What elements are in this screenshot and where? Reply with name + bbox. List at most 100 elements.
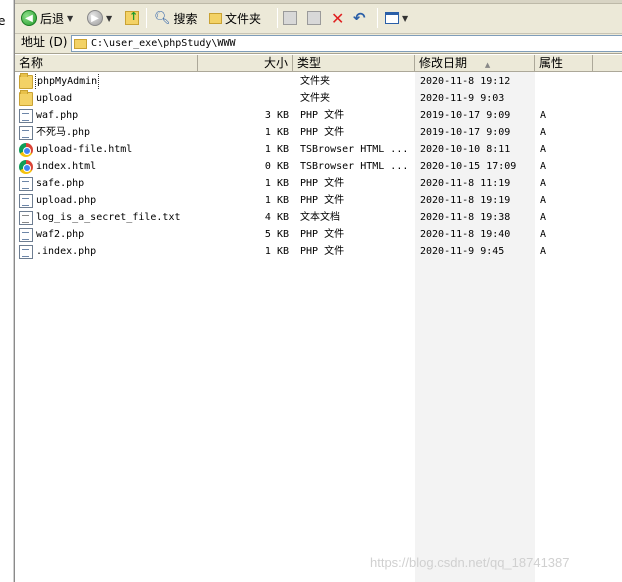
copy-to-icon [307, 11, 321, 25]
undo-button[interactable]: ↶ [353, 7, 366, 29]
file-type: TSBrowser HTML ... [300, 144, 409, 155]
file-size: 1 KB [264, 195, 289, 206]
file-name-cell[interactable]: safe.php [19, 175, 199, 192]
file-type: PHP 文件 [300, 229, 345, 240]
file-modified: 2020-10-10 8:11 [420, 144, 511, 155]
file-row[interactable]: .index.php 1 KB PHP 文件 2020-11-9 9:45 A [15, 243, 622, 260]
file-row[interactable]: log_is_a_secret_file.txt 4 KB 文本文档 2020-11-… [15, 209, 622, 226]
back-button[interactable]: ◀ 后退 ▼ [21, 7, 73, 29]
file-name[interactable]: phpMyAdmin [34, 73, 100, 90]
address-path[interactable]: C:\user_exe\phpStudy\WWW [91, 38, 236, 49]
file-attributes: A [540, 212, 547, 223]
file-name[interactable]: index.html [36, 158, 96, 175]
delete-button[interactable]: ✕ [331, 7, 344, 29]
file-row[interactable]: upload 文件夹 2020-11-9 9:03 [15, 90, 622, 107]
file-name[interactable]: waf2.php [36, 226, 84, 243]
address-folder-icon [74, 38, 87, 49]
search-icon: 🔍︎ [154, 10, 171, 26]
file-name-cell[interactable]: log_is_a_secret_file.txt [19, 209, 199, 226]
file-size: 1 KB [264, 144, 289, 155]
file-name[interactable]: upload.php [36, 192, 96, 209]
file-modified: 2019-10-17 9:09 [420, 127, 511, 138]
watermark: https://blog.csdn.net/qq_18741387 [370, 555, 570, 570]
address-label: 地址 (D) [21, 35, 68, 49]
file-name-cell[interactable]: upload-file.html [19, 141, 199, 158]
php-file-icon [19, 227, 33, 242]
file-modified: 2020-11-8 19:19 [420, 195, 511, 206]
file-type: TSBrowser HTML ... [300, 161, 409, 172]
file-type: PHP 文件 [300, 110, 345, 121]
file-modified: 2020-11-9 9:03 [420, 93, 505, 104]
back-dropdown-icon[interactable]: ▼ [67, 14, 73, 23]
file-name-cell[interactable]: upload.php [19, 192, 199, 209]
file-row[interactable]: index.html 0 KB TSBrowser HTML ... 2020-10-… [15, 158, 622, 175]
file-attributes: A [540, 127, 547, 138]
column-header-attributes[interactable]: 属性 [535, 55, 593, 72]
file-name[interactable]: waf.php [36, 107, 78, 124]
file-name[interactable]: log_is_a_secret_file.txt [36, 209, 181, 226]
left-pane-strip: e [0, 0, 14, 582]
column-header-name[interactable]: 名称 [15, 55, 198, 72]
column-header-modified[interactable]: 修改日期 ▲ [415, 55, 535, 72]
file-modified: 2020-11-8 19:38 [420, 212, 511, 223]
column-header-type[interactable]: 类型 [293, 55, 415, 72]
search-button[interactable]: 🔍︎ 搜索 [154, 7, 198, 29]
file-row[interactable]: waf.php 3 KB PHP 文件 2019-10-17 9:09 A [15, 107, 622, 124]
move-to-icon [283, 11, 297, 25]
file-attributes: A [540, 161, 547, 172]
text-file-icon [19, 210, 33, 225]
menu-bar-edge [15, 0, 622, 4]
file-attributes: A [540, 144, 547, 155]
file-attributes [540, 73, 600, 90]
file-list: 名称 大小 类型 修改日期 ▲ 属性 phpMyAdmin 文件夹 2020-11-… [15, 55, 622, 582]
column-header-modified-label: 修改日期 [419, 56, 468, 70]
file-name-cell[interactable]: phpMyAdmin [19, 73, 199, 90]
php-file-icon [19, 125, 33, 140]
chrome-html-icon [19, 159, 33, 174]
file-modified: 2020-11-8 11:19 [420, 178, 511, 189]
file-size: 1 KB [264, 127, 289, 138]
address-input[interactable]: C:\user_exe\phpStudy\WWW [71, 35, 622, 52]
file-row[interactable]: phpMyAdmin 文件夹 2020-11-8 19:12 [15, 73, 622, 90]
file-row[interactable]: upload-file.html 1 KB TSBrowser HTML ... 20… [15, 141, 622, 158]
copy-to-button[interactable] [307, 7, 321, 29]
column-header-row: 名称 大小 类型 修改日期 ▲ 属性 [15, 55, 622, 72]
folder-icon [19, 73, 33, 89]
file-modified: 2020-11-8 19:40 [420, 229, 511, 240]
file-name[interactable]: upload [36, 90, 72, 107]
views-button[interactable]: ▼ [385, 7, 408, 29]
toolbar-separator [377, 8, 378, 28]
forward-button[interactable]: ▶ ▼ [87, 7, 112, 29]
file-name[interactable]: 不死马.php [36, 124, 90, 141]
file-name[interactable]: .index.php [36, 243, 96, 260]
file-row[interactable]: safe.php 1 KB PHP 文件 2020-11-8 11:19 A [15, 175, 622, 192]
file-name[interactable]: safe.php [36, 175, 84, 192]
chrome-html-icon [19, 142, 33, 157]
file-name-cell[interactable]: upload [19, 90, 199, 107]
file-row[interactable]: 不死马.php 1 KB PHP 文件 2019-10-17 9:09 A [15, 124, 622, 141]
toolbar-separator [146, 8, 147, 28]
views-dropdown-icon[interactable]: ▼ [402, 14, 408, 23]
search-button-label: 搜索 [173, 11, 198, 26]
file-name-cell[interactable]: waf2.php [19, 226, 199, 243]
file-attributes: A [540, 229, 547, 240]
file-row[interactable]: waf2.php 5 KB PHP 文件 2020-11-8 19:40 A [15, 226, 622, 243]
file-row[interactable]: upload.php 1 KB PHP 文件 2020-11-8 19:19 A [15, 192, 622, 209]
file-name-cell[interactable]: waf.php [19, 107, 199, 124]
file-name[interactable]: upload-file.html [36, 141, 132, 158]
up-folder-button[interactable]: ↑ [125, 7, 139, 29]
file-attributes [540, 90, 600, 107]
left-pane-text-fragment: e [0, 14, 5, 28]
file-name-cell[interactable]: 不死马.php [19, 124, 199, 141]
file-type: PHP 文件 [300, 195, 345, 206]
move-to-button[interactable] [283, 7, 297, 29]
file-modified: 2020-11-9 9:45 [420, 246, 505, 257]
file-name-cell[interactable]: .index.php [19, 243, 199, 260]
column-header-size[interactable]: 大小 [198, 55, 293, 72]
file-name-cell[interactable]: index.html [19, 158, 199, 175]
file-size [200, 90, 289, 107]
folders-button[interactable]: 文件夹 [209, 7, 261, 29]
forward-dropdown-icon[interactable]: ▼ [106, 14, 112, 23]
file-size: 3 KB [264, 110, 289, 121]
views-icon [385, 12, 399, 24]
